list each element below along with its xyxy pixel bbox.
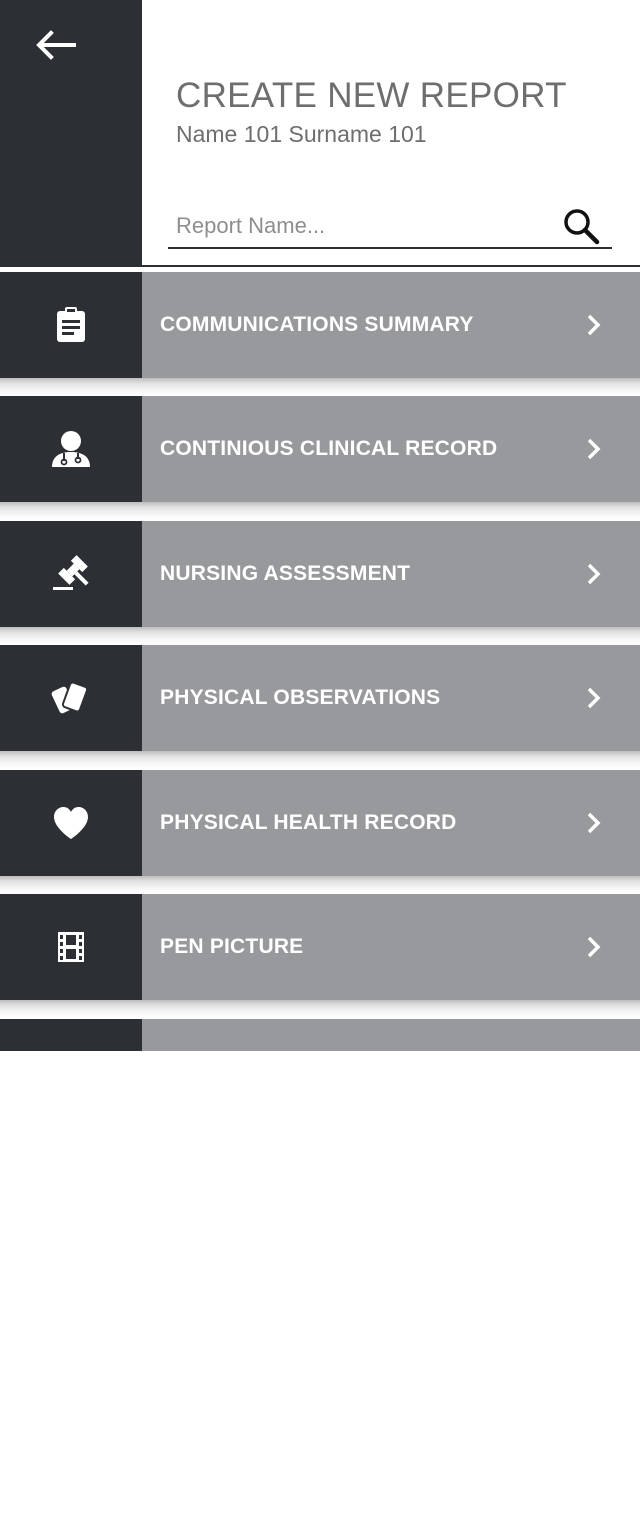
item-shadow <box>0 502 640 520</box>
cards-icon <box>51 681 89 714</box>
clipboard-icon <box>57 307 85 342</box>
menu-item-label: COMMUNICATIONS SUMMARY <box>160 313 474 336</box>
back-arrow-icon <box>36 30 76 60</box>
menu-item-label: PEN PICTURE <box>160 935 304 958</box>
heart-icon <box>54 807 88 839</box>
menu-item-physical-observations[interactable]: PHYSICAL OBSERVATIONS <box>0 645 640 751</box>
menu-item-physical-health-record[interactable]: PHYSICAL HEALTH RECORD <box>0 770 640 876</box>
chevron-right-icon <box>587 936 601 958</box>
item-shadow <box>0 378 640 396</box>
chevron-right-icon <box>587 314 601 336</box>
header: CREATE NEW REPORT Name 101 Surname 101 <box>0 0 640 267</box>
menu-item-label: NURSING ASSESSMENT <box>160 562 411 585</box>
item-shadow <box>0 1000 640 1018</box>
chevron-right-icon <box>587 812 601 834</box>
search-button[interactable] <box>560 205 602 247</box>
item-shadow <box>0 876 640 894</box>
header-divider <box>0 265 640 267</box>
menu-item-communications-summary[interactable]: COMMUNICATIONS SUMMARY <box>0 272 640 378</box>
chevron-right-icon <box>587 563 601 585</box>
search-icon <box>564 209 600 245</box>
header-left-panel <box>0 0 142 266</box>
menu-item-label: CONTINIOUS CLINICAL RECORD <box>160 437 498 460</box>
back-button[interactable] <box>30 26 80 64</box>
report-type-list: COMMUNICATIONS SUMMARY CONTINIOUS CLINIC… <box>0 272 640 1051</box>
chevron-right-icon <box>587 438 601 460</box>
item-shadow <box>0 627 640 645</box>
menu-item-partial[interactable] <box>0 1019 640 1051</box>
film-icon <box>58 932 84 962</box>
menu-item-label: PHYSICAL HEALTH RECORD <box>160 811 457 834</box>
gavel-icon <box>53 555 89 590</box>
menu-item-continious-clinical-record[interactable]: CONTINIOUS CLINICAL RECORD <box>0 396 640 502</box>
page-title: CREATE NEW REPORT <box>176 76 567 115</box>
patient-name: Name 101 Surname 101 <box>176 121 427 147</box>
report-name-input[interactable] <box>168 206 556 246</box>
menu-item-nursing-assessment[interactable]: NURSING ASSESSMENT <box>0 521 640 627</box>
search-underline <box>168 247 612 249</box>
item-shadow <box>0 751 640 769</box>
menu-item-label: PHYSICAL OBSERVATIONS <box>160 686 441 709</box>
doctor-icon <box>52 431 90 467</box>
chevron-right-icon <box>587 687 601 709</box>
menu-item-pen-picture[interactable]: PEN PICTURE <box>0 894 640 1000</box>
